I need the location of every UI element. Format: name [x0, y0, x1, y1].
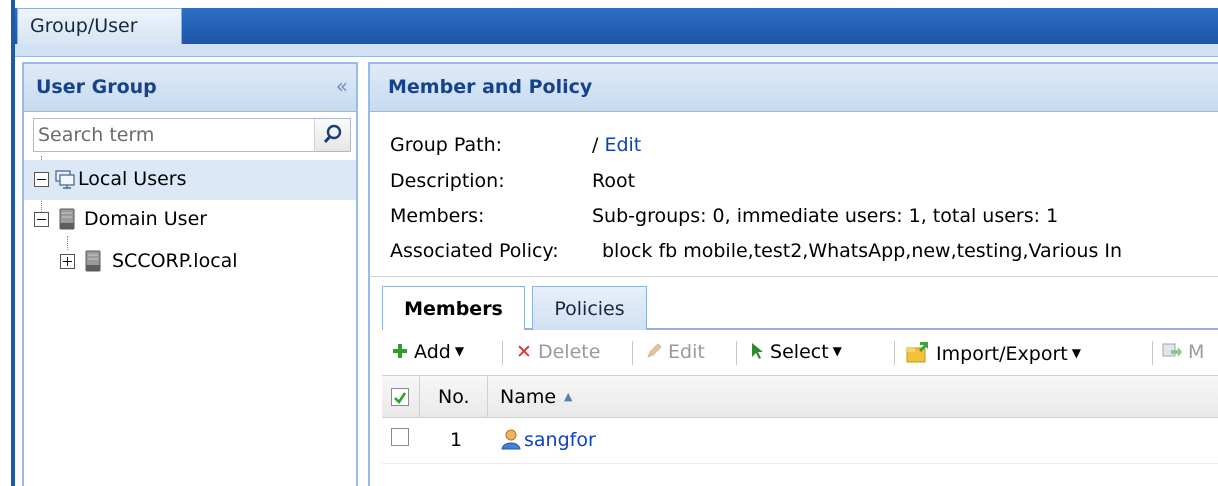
delete-x-icon: ✕	[516, 341, 532, 363]
tree-item-sccorp-local[interactable]: SCCORP.local	[24, 242, 356, 282]
dropdown-caret-icon: ▼	[832, 344, 842, 358]
associated-policy-label: Associated Policy:	[390, 240, 559, 262]
group-path-label: Group Path:	[390, 134, 503, 156]
tab-group-user-label: Group/User	[30, 15, 138, 37]
row-checkbox[interactable]	[391, 428, 409, 446]
row-number: 1	[450, 429, 463, 451]
toolbar-separator	[1152, 341, 1153, 365]
members-value: Sub-groups: 0, immediate users: 1, total…	[592, 205, 1059, 227]
plus-icon	[393, 344, 407, 358]
member-policy-tabs: Members Policies	[382, 286, 1218, 332]
select-button-label: Select	[770, 341, 829, 363]
select-all-column	[382, 376, 420, 418]
move-button[interactable]: M	[1162, 341, 1204, 363]
members-label: Members:	[390, 205, 485, 227]
delete-button[interactable]: ✕ Delete	[516, 341, 600, 363]
members-toolbar: Add ▼ ✕ Delete Edit Select ▼ Import/Expo…	[382, 330, 1218, 376]
description-value: Root	[592, 170, 636, 192]
add-button-label: Add	[414, 341, 451, 363]
tab-policies[interactable]: Policies	[532, 286, 647, 330]
user-group-title: User Group	[36, 76, 157, 98]
top-tab-bar: Group/User	[0, 0, 1218, 486]
dropdown-caret-icon: ▼	[1071, 346, 1081, 360]
user-icon	[501, 429, 521, 450]
edit-group-path-link[interactable]: Edit	[604, 134, 641, 156]
column-header-no[interactable]: No.	[420, 376, 488, 418]
members-grid-header: No. Name ▲	[382, 376, 1218, 418]
column-header-no-label: No.	[438, 386, 470, 408]
dropdown-caret-icon: ▼	[454, 344, 465, 358]
member-policy-header: Member and Policy	[370, 64, 1218, 112]
tree-item-local-users[interactable]: Local Users	[24, 160, 356, 200]
tab-group-user[interactable]: Group/User	[17, 8, 182, 44]
user-name-link[interactable]: sangfor	[524, 429, 596, 451]
delete-button-label: Delete	[537, 341, 601, 363]
divider	[370, 276, 1218, 277]
search-input[interactable]	[34, 119, 314, 151]
edit-button-label: Edit	[668, 341, 705, 363]
local-users-icon	[55, 170, 75, 189]
move-icon	[1162, 343, 1182, 357]
sort-ascending-icon: ▲	[564, 390, 573, 403]
toolbar-separator	[894, 341, 895, 365]
server-icon	[85, 250, 101, 272]
column-header-name[interactable]: Name ▲	[488, 376, 1218, 418]
collapse-left-icon[interactable]: «	[336, 74, 348, 98]
user-group-panel: User Group « Local Users	[22, 62, 358, 486]
move-button-label: M	[1188, 341, 1205, 363]
search-button[interactable]	[314, 119, 350, 151]
description-label: Description:	[390, 170, 505, 192]
import-export-button[interactable]: Import/Export ▼	[906, 341, 1081, 365]
tab-policies-label: Policies	[554, 298, 625, 320]
pencil-icon	[647, 343, 662, 358]
member-policy-title: Member and Policy	[388, 76, 593, 98]
edit-button[interactable]: Edit	[646, 341, 705, 363]
toolbar-separator	[502, 341, 503, 365]
tab-members[interactable]: Members	[382, 286, 525, 332]
expand-toggle-icon[interactable]	[60, 254, 75, 269]
search-box	[33, 118, 351, 152]
member-policy-panel: Member and Policy Group Path: / Edit Des…	[368, 62, 1218, 486]
import-export-icon	[906, 342, 928, 363]
search-icon	[323, 124, 342, 144]
tree-item-domain-user[interactable]: Domain User	[24, 200, 356, 240]
select-all-checkbox[interactable]	[391, 388, 409, 406]
associated-policy-value: block fb mobile,test2,WhatsApp,new,testi…	[602, 240, 1123, 262]
toolbar-separator	[632, 341, 633, 365]
tab-members-label: Members	[404, 298, 503, 320]
server-icon	[59, 208, 75, 230]
tree-item-label: Local Users	[78, 168, 187, 190]
tree-item-label: Domain User	[84, 208, 208, 230]
window-left-border	[11, 0, 15, 486]
cursor-arrow-icon	[752, 343, 763, 359]
collapse-toggle-icon[interactable]	[34, 172, 49, 187]
user-group-header: User Group «	[24, 64, 356, 112]
select-button[interactable]: Select ▼	[750, 341, 842, 363]
table-row[interactable]: 1 sangfor	[382, 418, 1218, 464]
collapse-toggle-icon[interactable]	[34, 212, 49, 227]
group-path-value: /	[592, 134, 599, 156]
top-tab-strip	[15, 8, 1218, 44]
tree-item-label: SCCORP.local	[112, 250, 238, 272]
import-export-button-label: Import/Export	[936, 343, 1068, 365]
tab-body-strip	[15, 44, 1218, 57]
column-header-name-label: Name	[500, 386, 557, 408]
toolbar-separator	[736, 341, 737, 365]
add-button[interactable]: Add ▼	[392, 341, 464, 363]
checkmark-icon	[394, 392, 407, 405]
